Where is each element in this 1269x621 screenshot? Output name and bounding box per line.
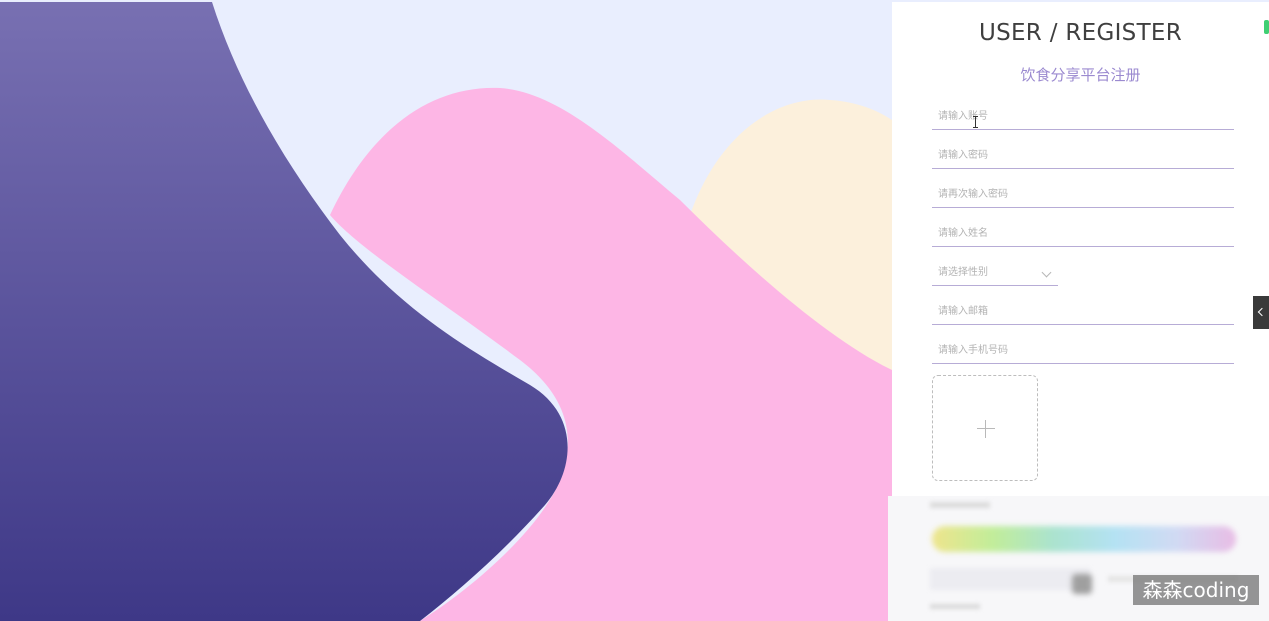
avatar-upload[interactable] <box>932 375 1038 481</box>
text-cursor <box>973 116 978 128</box>
blurred-label <box>930 502 990 508</box>
phone-input[interactable]: 请输入手机号码 <box>932 338 1234 364</box>
name-input[interactable]: 请输入姓名 <box>932 221 1234 247</box>
plus-icon-stem <box>985 420 986 438</box>
name-placeholder: 请输入姓名 <box>938 228 988 239</box>
confirm-password-input[interactable]: 请再次输入密码 <box>932 182 1234 208</box>
chevron-left-icon <box>1257 307 1267 317</box>
gender-select[interactable]: 请选择性别 <box>932 260 1058 286</box>
gender-placeholder: 请选择性别 <box>938 267 988 278</box>
page-title: USER / REGISTER <box>978 20 1183 46</box>
blurred-captcha-button <box>1072 574 1092 594</box>
watermark: 森森coding <box>1133 575 1259 605</box>
password-placeholder: 请输入密码 <box>938 150 988 161</box>
page-subtitle: 饮食分享平台注册 <box>1020 67 1141 84</box>
blurred-link <box>930 604 980 609</box>
blurred-captcha-input <box>930 568 1090 590</box>
color-strength-bar <box>932 526 1236 552</box>
status-indicator <box>1264 20 1269 34</box>
email-placeholder: 请输入邮箱 <box>938 306 988 317</box>
plus-icon <box>977 428 995 429</box>
email-input[interactable]: 请输入邮箱 <box>932 299 1234 325</box>
account-placeholder: 请输入账号 <box>938 111 988 122</box>
phone-placeholder: 请输入手机号码 <box>938 345 1008 356</box>
confirm-password-placeholder: 请再次输入密码 <box>938 189 1008 200</box>
side-collapse-button[interactable] <box>1253 296 1269 329</box>
chevron-down-icon <box>1041 267 1052 278</box>
password-input[interactable]: 请输入密码 <box>932 143 1234 169</box>
register-panel: USER / REGISTER 饮食分享平台注册 请输入账号 请输入密码 请再次… <box>892 2 1269 496</box>
